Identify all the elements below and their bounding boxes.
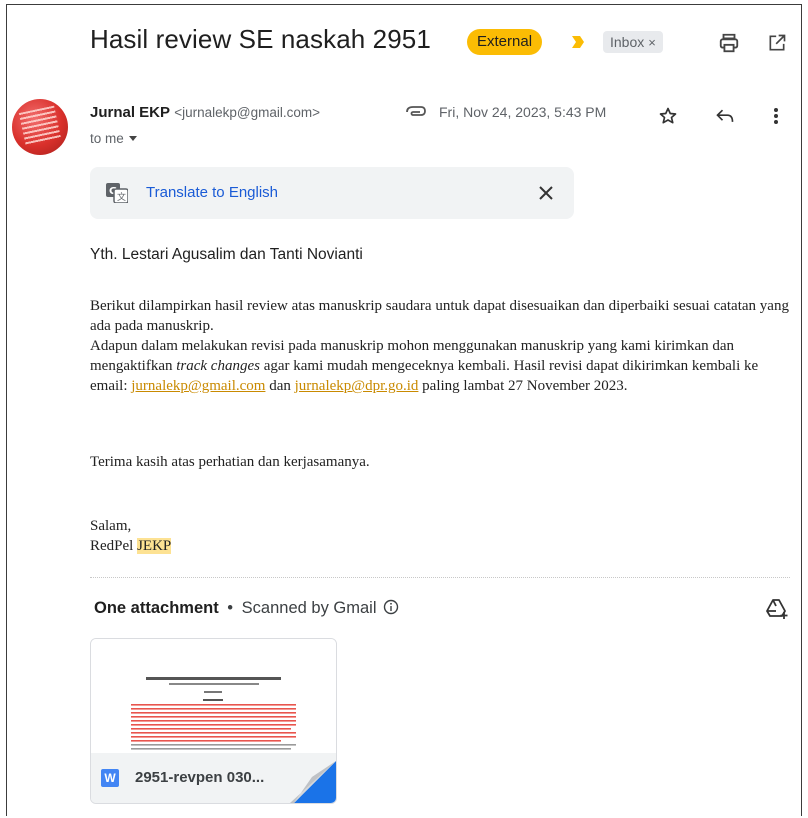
star-button[interactable] (656, 104, 680, 128)
sender-line: Jurnal EKP <jurnalekp@gmail.com> (90, 104, 320, 121)
importance-marker-icon[interactable] (571, 35, 585, 49)
email-closing: Salam, (90, 518, 132, 534)
email-subject: Hasil review SE naskah 2951 (90, 24, 431, 54)
more-options-button[interactable] (766, 104, 786, 128)
attachment-preview (91, 639, 336, 753)
print-icon (719, 33, 739, 53)
external-label: External (467, 29, 543, 55)
sender-avatar[interactable] (12, 99, 68, 155)
track-changes-text: track changes (176, 358, 260, 374)
add-to-drive-button[interactable] (764, 596, 790, 622)
print-button[interactable] (716, 30, 742, 56)
attachments-header: One attachment • Scanned by Gmail (94, 599, 399, 618)
email-signature: RedPel JEKP (90, 536, 172, 556)
attachment-count: One attachment (94, 599, 219, 617)
translate-link[interactable]: Translate to English (146, 184, 278, 201)
paragraph-1-text: Berikut dilampirkan hasil review atas ma… (90, 298, 789, 334)
more-vertical-icon (774, 108, 778, 124)
open-in-new-icon (769, 34, 786, 51)
close-translate-button[interactable] (534, 181, 558, 205)
signature-prefix: RedPel (90, 538, 138, 554)
attachment-footer: W 2951-revpen 030... (91, 753, 336, 803)
email-greeting: Yth. Lestari Agusalim dan Tanti Novianti (90, 246, 363, 263)
translate-bar: G文 Translate to English (90, 167, 574, 219)
chevron-down-icon (128, 136, 137, 142)
sender-address: <jurnalekp@gmail.com> (174, 105, 320, 120)
remove-label-icon[interactable]: × (648, 35, 656, 50)
email-paragraph-1: Berikut dilampirkan hasil review atas ma… (90, 296, 795, 396)
reply-button[interactable] (712, 104, 738, 128)
email-thanks: Terima kasih atas perhatian dan kerjasam… (90, 454, 370, 470)
scan-status: Scanned by Gmail (241, 599, 377, 617)
translate-icon: G文 (106, 183, 128, 203)
corner-fold-icon (290, 761, 336, 803)
header-separator: • (227, 599, 234, 617)
signature-highlight: JEKP (137, 538, 172, 554)
email-link-dpr[interactable]: jurnalekp@dpr.go.id (295, 378, 419, 394)
reply-icon (716, 109, 734, 122)
attachment-card[interactable]: W 2951-revpen 030... (90, 638, 337, 804)
attachment-icon (406, 106, 426, 116)
attachment-filename: 2951-revpen 030... (135, 769, 265, 786)
star-icon (659, 107, 677, 124)
svg-text:文: 文 (117, 191, 126, 203)
email-date: Fri, Nov 24, 2023, 5:43 PM (439, 104, 607, 120)
recipient-details-toggle[interactable]: to me (90, 131, 138, 146)
sender-name[interactable]: Jurnal EKP (90, 104, 170, 121)
info-icon[interactable] (383, 599, 399, 615)
attachments-divider (90, 577, 790, 578)
recipient-label: to me (90, 131, 124, 146)
document-preview-image (131, 677, 296, 750)
inbox-label-text: Inbox (610, 34, 645, 50)
paragraph-2-end: paling lambat 27 November 2023. (418, 378, 628, 394)
email-link-gmail[interactable]: jurnalekp@gmail.com (131, 378, 265, 394)
close-icon (539, 186, 553, 200)
add-to-drive-icon (766, 599, 788, 619)
inbox-label: Inbox × (603, 31, 663, 53)
word-file-icon: W (101, 769, 119, 787)
paragraph-2-and: dan (265, 378, 295, 394)
open-in-new-window-button[interactable] (764, 30, 790, 56)
